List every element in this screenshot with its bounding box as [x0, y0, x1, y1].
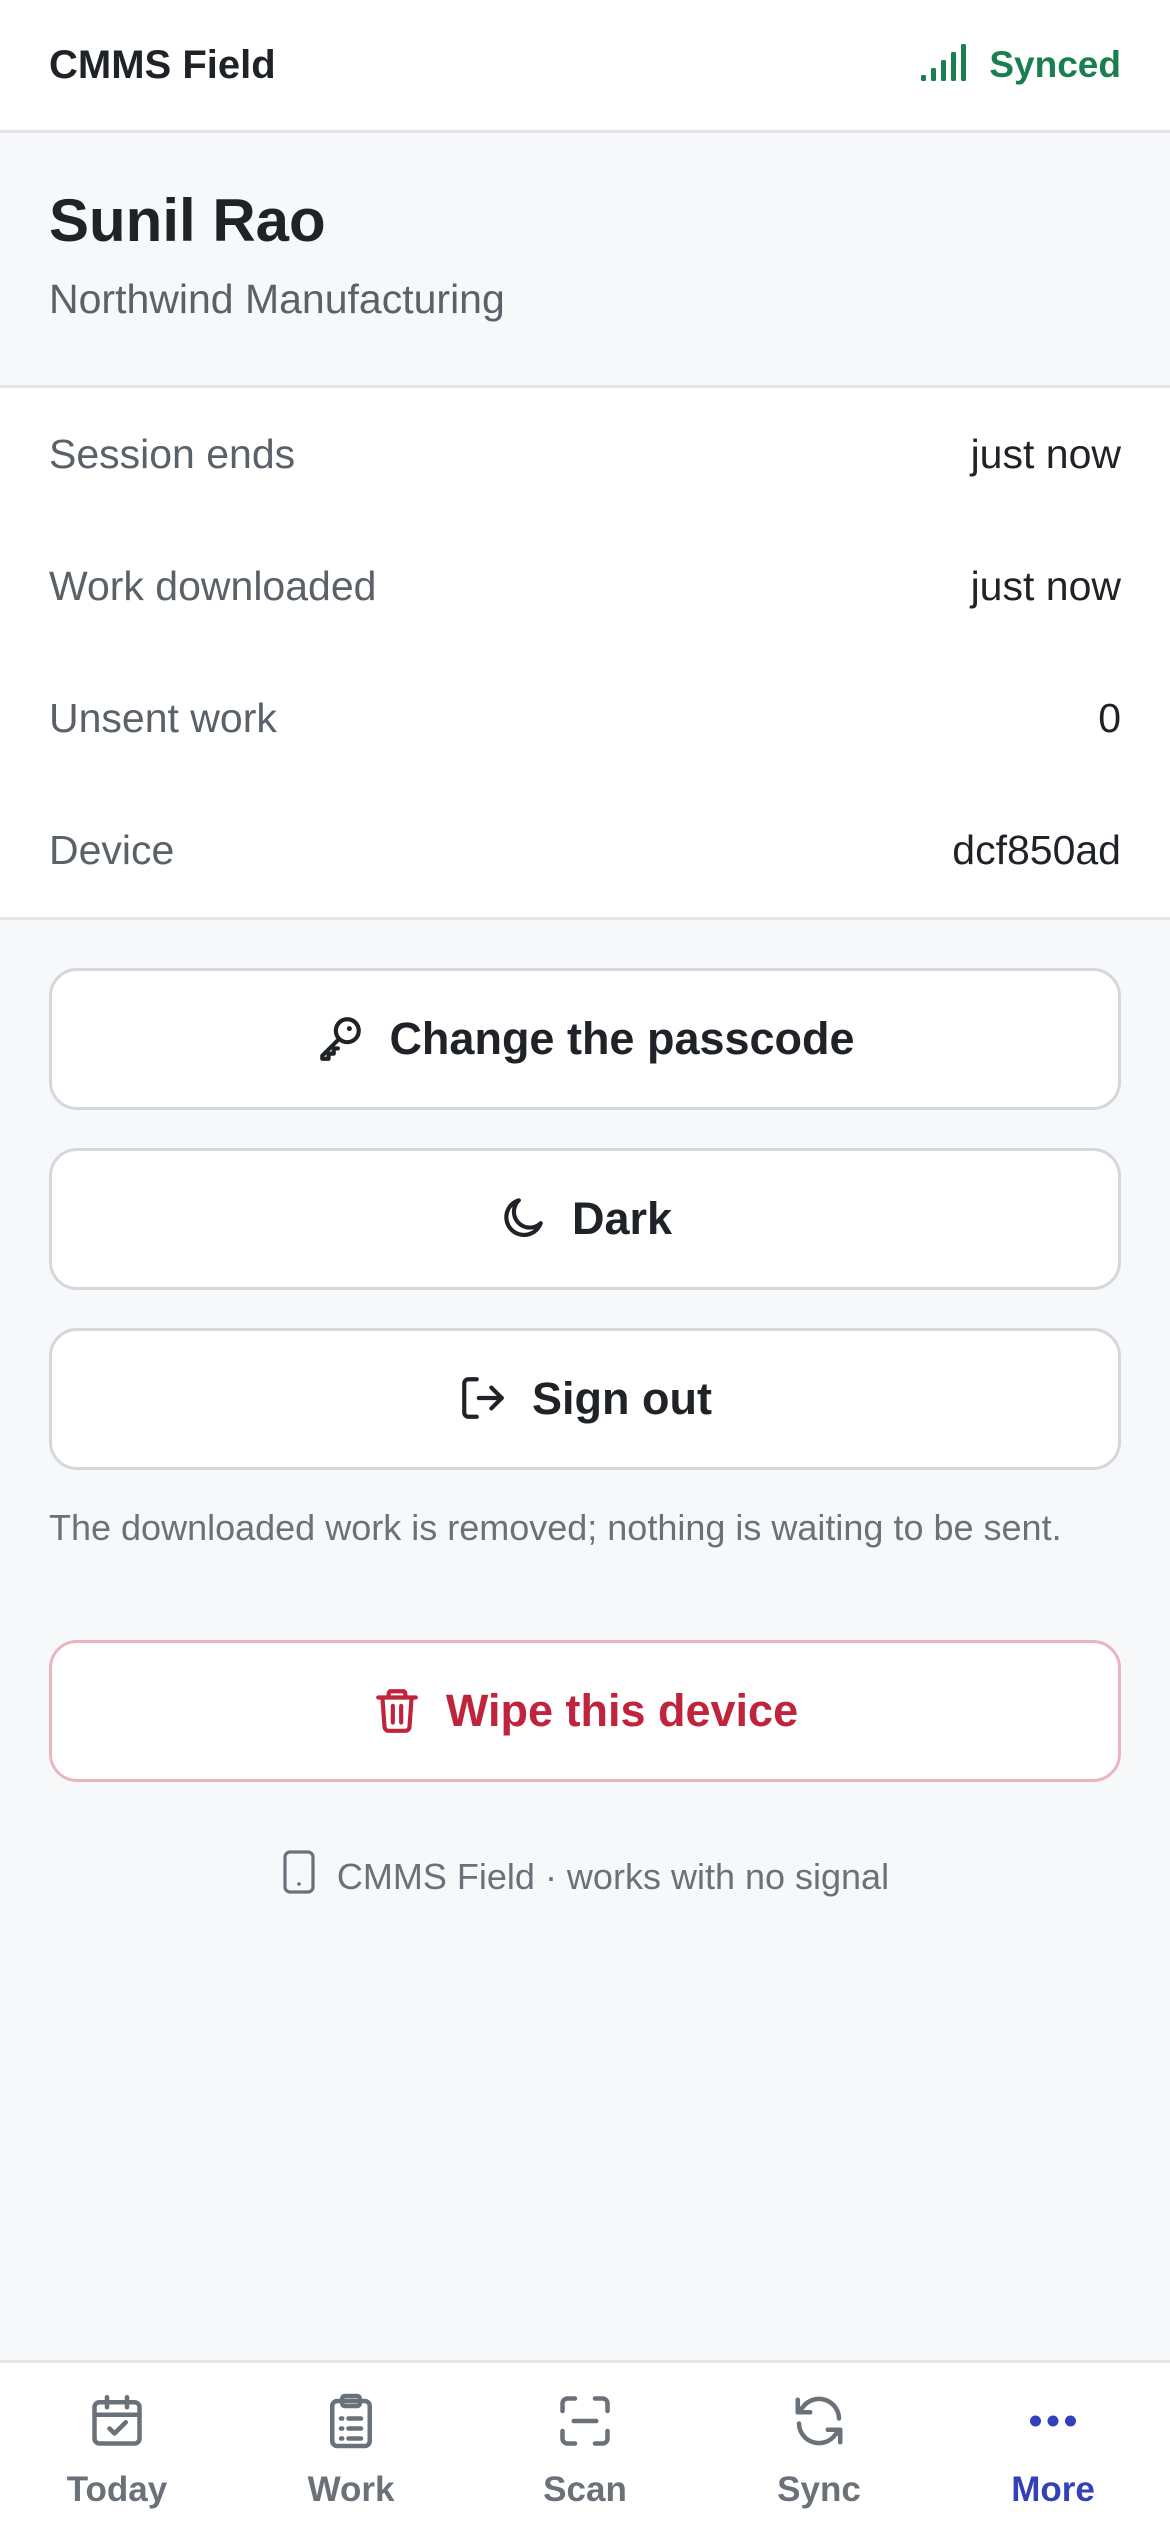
app-root: CMMS Field Synced Sunil Rao Northwind Ma…	[0, 0, 1170, 2532]
tab-label: More	[1011, 2470, 1095, 2509]
user-name: Sunil Rao	[49, 187, 326, 254]
clipboard-list-icon	[321, 2391, 381, 2456]
theme-label: Dark	[571, 1193, 673, 1244]
signal-bars-icon	[919, 43, 967, 88]
more-dots-icon	[1023, 2391, 1083, 2456]
refresh-icon	[789, 2391, 849, 2456]
top-bar: CMMS Field Synced	[0, 0, 1170, 133]
tab-label: Today	[66, 2470, 168, 2509]
phone-icon	[281, 1850, 317, 1903]
tab-today[interactable]: Today	[0, 2363, 234, 2532]
wipe-device-button[interactable]: Wipe this device	[49, 1640, 1121, 1782]
tab-more[interactable]: More	[936, 2363, 1170, 2532]
tab-label: Work	[307, 2470, 395, 2509]
tab-sync[interactable]: Sync	[702, 2363, 936, 2532]
profile-section: Sunil Rao Northwind Manufacturing	[0, 133, 1170, 388]
sign-out-icon	[458, 1373, 508, 1426]
info-row-work-downloaded: Work downloaded just now	[0, 520, 1170, 652]
tab-label: Sync	[777, 2470, 861, 2509]
tab-label: Scan	[543, 2470, 627, 2509]
footer-note: CMMS Field · works with no signal	[0, 1850, 1170, 1903]
scan-icon	[555, 2391, 615, 2456]
app-title: CMMS Field	[49, 42, 276, 87]
sign-out-label: Sign out	[532, 1373, 712, 1424]
info-row-device: Device dcf850ad	[0, 784, 1170, 916]
info-value: just now	[970, 562, 1121, 609]
calendar-check-icon	[87, 2391, 147, 2456]
organization-name: Northwind Manufacturing	[49, 276, 505, 322]
change-passcode-button[interactable]: Change the passcode	[49, 968, 1121, 1110]
tab-scan[interactable]: Scan	[468, 2363, 702, 2532]
sync-status-label: Synced	[989, 44, 1121, 85]
trash-icon	[372, 1685, 422, 1738]
change-passcode-label: Change the passcode	[389, 1013, 855, 1064]
info-label: Session ends	[49, 430, 296, 477]
session-info-list: Session ends just now Work downloaded ju…	[0, 388, 1170, 920]
key-icon	[315, 1013, 365, 1066]
bottom-tab-bar: Today Work Scan Sync More	[0, 2360, 1170, 2532]
sign-out-button[interactable]: Sign out	[49, 1328, 1121, 1470]
info-value: 0	[1098, 694, 1121, 741]
info-row-session-ends: Session ends just now	[0, 388, 1170, 520]
sign-out-note: The downloaded work is removed; nothing …	[49, 1507, 1062, 1548]
sync-status[interactable]: Synced	[919, 43, 1121, 88]
info-row-unsent-work: Unsent work 0	[0, 652, 1170, 784]
info-label: Device	[49, 826, 175, 873]
tab-work[interactable]: Work	[234, 2363, 468, 2532]
info-value: dcf850ad	[952, 826, 1121, 873]
wipe-device-label: Wipe this device	[445, 1685, 799, 1736]
info-value: just now	[970, 430, 1121, 477]
moon-icon	[498, 1193, 548, 1246]
theme-toggle-button[interactable]: Dark	[49, 1148, 1121, 1290]
info-label: Work downloaded	[49, 562, 377, 609]
info-label: Unsent work	[49, 694, 277, 741]
footer-text: CMMS Field · works with no signal	[336, 1855, 890, 1897]
